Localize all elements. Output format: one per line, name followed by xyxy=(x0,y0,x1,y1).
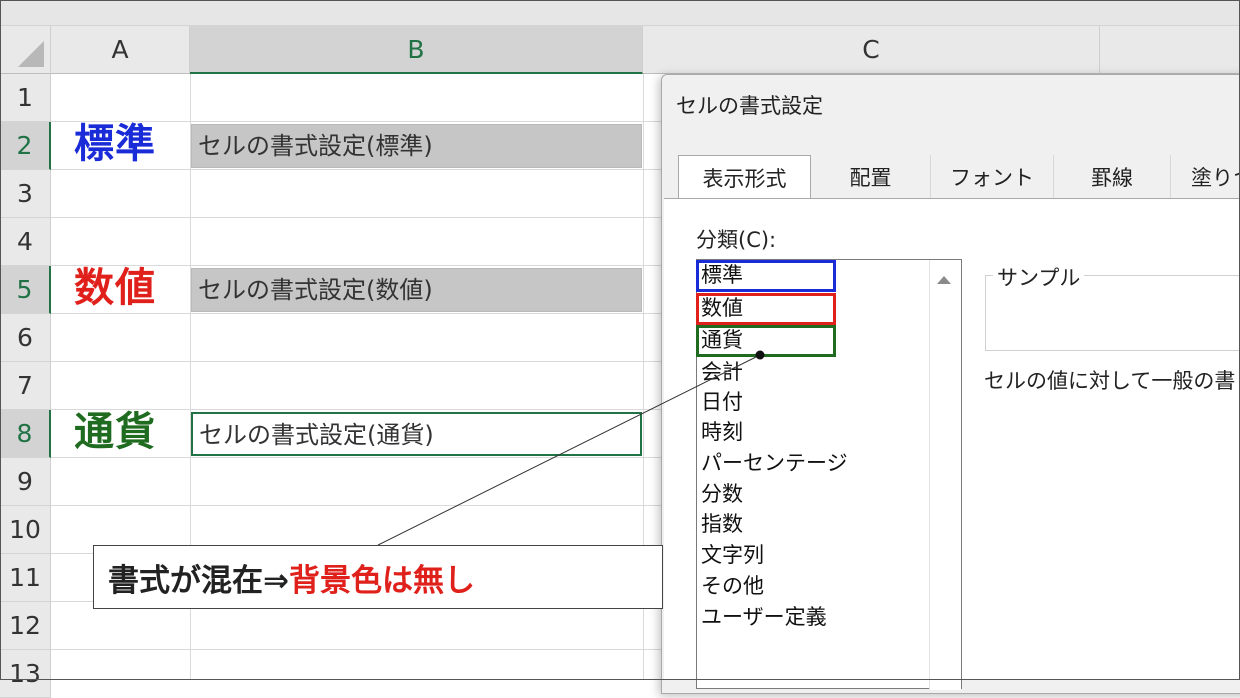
callout-text-red: 背景色は無し xyxy=(288,562,475,599)
callout-text-black: 書式が混在⇒ xyxy=(108,562,289,599)
leader-endpoint-dot xyxy=(755,350,765,360)
annotation-callout: 書式が混在⇒ 背景色は無し xyxy=(93,545,663,609)
